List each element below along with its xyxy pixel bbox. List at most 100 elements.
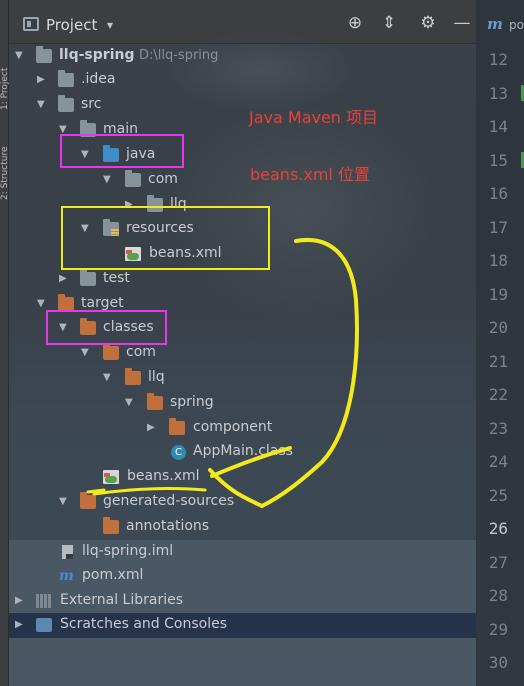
annotation-title: Java Maven 项目 [249, 108, 379, 127]
excluded-folder-icon [169, 418, 185, 435]
chevron-down-icon[interactable]: ▼ [125, 398, 135, 408]
tree-item-label: test [103, 270, 130, 286]
chevron-down-icon[interactable]: ▼ [103, 373, 113, 383]
chevron-down-icon[interactable]: ▾ [107, 18, 113, 32]
editor-tab-label[interactable]: po [509, 18, 524, 32]
line-number: 23 [488, 419, 508, 438]
line-number: 30 [488, 653, 508, 672]
annotation-subtitle: beans.xml 位置 [250, 165, 370, 184]
line-number: 13 [488, 84, 508, 103]
line-number: 21 [488, 352, 508, 371]
line-number: 22 [488, 385, 508, 404]
excluded-folder-icon [147, 393, 163, 410]
chevron-right-icon[interactable]: ▶ [59, 274, 69, 284]
folder-icon [58, 95, 74, 112]
line-number: 12 [488, 50, 508, 69]
hide-icon[interactable]: — [451, 12, 473, 34]
tree-item-label: src [81, 96, 102, 112]
library-icon [36, 594, 52, 608]
chevron-down-icon[interactable]: ▼ [103, 175, 113, 185]
project-view-selector[interactable]: Project [46, 16, 97, 34]
tree-item-iml[interactable]: llq-spring.iml [9, 540, 476, 565]
spring-xml-icon [103, 470, 119, 484]
line-number: 24 [488, 452, 508, 471]
tree-item-src[interactable]: ▼ src [9, 93, 476, 118]
tree-item-label: External Libraries [60, 592, 183, 608]
excluded-folder-icon [103, 343, 119, 360]
iml-file-icon [62, 545, 73, 559]
maven-icon[interactable]: m [487, 15, 503, 33]
tree-item-label: Scratches and Consoles [60, 616, 227, 632]
scratches-icon [36, 618, 52, 632]
package-icon [125, 170, 141, 187]
line-number: 17 [488, 218, 508, 237]
line-number: 16 [488, 184, 508, 203]
chevron-down-icon[interactable]: ▼ [37, 100, 47, 110]
tree-item-label: llq-spring [59, 47, 135, 63]
chevron-right-icon[interactable]: ▶ [15, 596, 25, 606]
tree-item-target-llq[interactable]: ▼ llq [9, 366, 476, 391]
line-number: 29 [488, 620, 508, 639]
tree-item-label: target [81, 295, 124, 311]
tree-item-label: AppMain.class [193, 443, 293, 459]
tree-item-target-spring[interactable]: ▼ spring [9, 391, 476, 416]
chevron-down-icon[interactable]: ▼ [81, 348, 91, 358]
excluded-folder-icon [125, 368, 141, 385]
editor-gutter: m po 12 13 14 15 16 17 18 19 20 21 22 23… [476, 0, 524, 686]
project-view-icon [23, 17, 39, 31]
collapse-icon[interactable]: ⇕ [378, 12, 400, 34]
excluded-folder-icon [80, 492, 96, 509]
line-number: 19 [488, 285, 508, 304]
excluded-folder-icon [58, 294, 74, 311]
tree-item-label: annotations [126, 518, 210, 534]
line-number: 20 [488, 318, 508, 337]
folder-icon [58, 70, 74, 87]
tree-item-label: com [148, 171, 178, 187]
chevron-down-icon[interactable]: ▼ [37, 299, 47, 309]
folder-icon [80, 269, 96, 286]
tree-item-target-beans-xml[interactable]: beans.xml [9, 465, 476, 490]
line-number: 28 [488, 586, 508, 605]
tree-item-label: com [126, 344, 156, 360]
chevron-right-icon[interactable]: ▶ [15, 620, 25, 630]
tool-window-strip: 1: Project 2: Structure [0, 0, 9, 686]
tree-item-path: D:\llq-spring [139, 48, 219, 63]
chevron-right-icon[interactable]: ▶ [37, 75, 47, 85]
tree-item-pom-xml[interactable]: m pom.xml [9, 564, 476, 589]
highlight-classes-box [46, 310, 167, 345]
highlight-resources-box [61, 206, 270, 270]
tree-item-annotations[interactable]: annotations [9, 515, 476, 540]
line-number: 27 [488, 553, 508, 572]
tree-item-label: pom.xml [82, 567, 144, 583]
maven-icon: m [59, 568, 74, 584]
tree-item-idea[interactable]: ▶ .idea [9, 68, 476, 93]
tree-item-label: beans.xml [127, 468, 200, 484]
tree-item-target-component[interactable]: ▶ component [9, 416, 476, 441]
tree-item-appmain-class[interactable]: C AppMain.class [9, 440, 476, 465]
structure-tool-tab[interactable]: 2: Structure [0, 120, 9, 201]
project-panel-header: Project ▾ ⊕ ⇕ ⚙ — [9, 0, 476, 44]
project-tool-tab[interactable]: 1: Project [0, 40, 9, 110]
tree-item-root[interactable]: ▼ llq-spring D:\llq-spring [9, 44, 476, 69]
tree-item-label: llq [148, 369, 165, 385]
chevron-right-icon[interactable]: ▶ [147, 423, 157, 433]
tree-item-generated-sources[interactable]: ▼ generated-sources [9, 490, 476, 515]
current-line-number: 26 [488, 519, 508, 538]
highlight-java-box [60, 134, 184, 168]
line-number: 15 [488, 151, 508, 170]
tree-item-test[interactable]: ▶ test [9, 267, 476, 292]
locate-icon[interactable]: ⊕ [344, 12, 366, 34]
gear-icon[interactable]: ⚙ [417, 12, 439, 34]
chevron-down-icon[interactable]: ▼ [59, 497, 69, 507]
tree-item-label: component [193, 419, 273, 435]
line-number: 14 [488, 117, 508, 136]
line-number: 18 [488, 251, 508, 270]
tree-item-label: llq-spring.iml [82, 543, 174, 559]
tree-item-label: .idea [81, 71, 116, 87]
module-folder-icon [36, 46, 52, 63]
tree-item-com[interactable]: ▼ com [9, 168, 476, 193]
tree-item-external-libraries[interactable]: ▶ External Libraries [9, 589, 476, 614]
chevron-down-icon[interactable]: ▼ [15, 51, 25, 61]
tree-item-scratches[interactable]: ▶ Scratches and Consoles [9, 613, 476, 638]
tree-item-label: spring [170, 394, 214, 410]
